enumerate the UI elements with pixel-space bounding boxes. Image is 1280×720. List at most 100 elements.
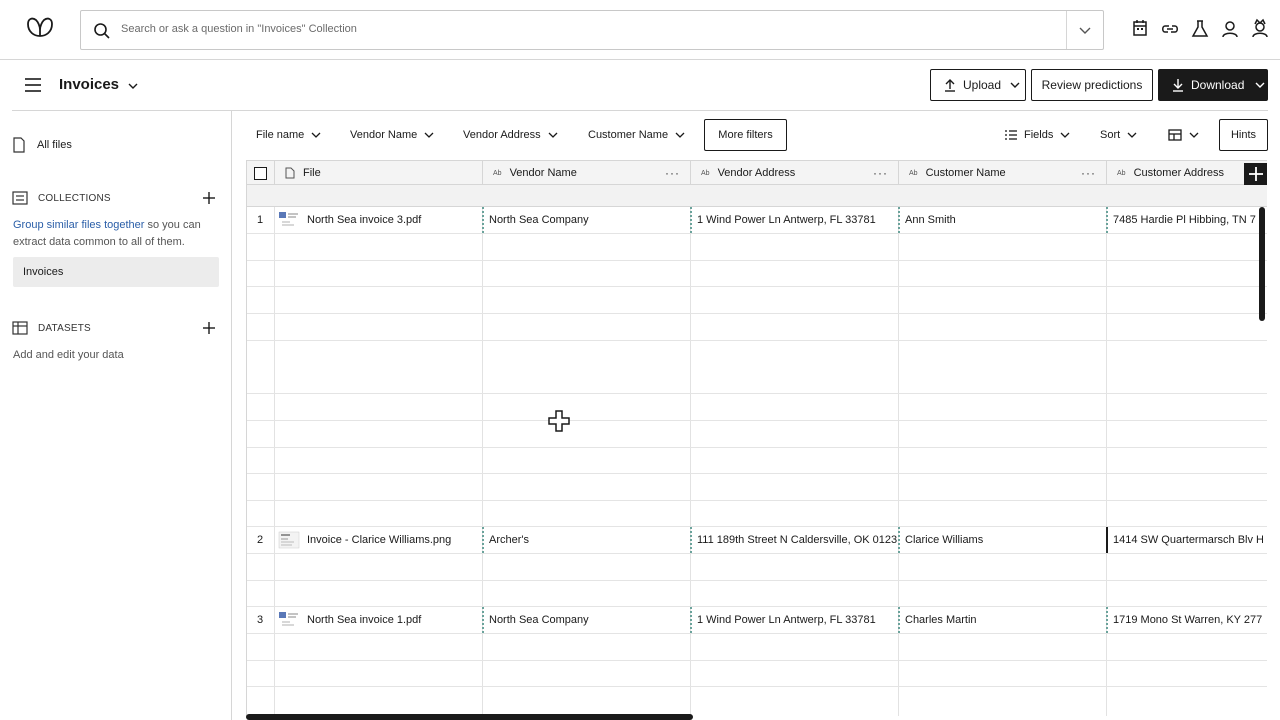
filter-file-name[interactable]: File name [256,128,322,142]
cell-customer-name[interactable]: Ann Smith [905,214,1100,226]
grid-row-divider [247,340,1267,341]
hints-button[interactable]: Hints [1219,119,1268,151]
sidebar-item-invoices[interactable]: Invoices [13,257,219,287]
cell-file[interactable]: North Sea invoice 3.pdf [307,214,477,226]
page-title[interactable]: Invoices [59,76,119,93]
file-icon [13,137,25,153]
collections-label: COLLECTIONS [38,192,111,204]
horizontal-scrollbar[interactable] [246,714,693,720]
upload-icon [945,79,955,92]
text-type-icon: Ab [909,169,918,177]
cell-vendor-name[interactable]: Archer's [489,534,684,546]
more-filters-button[interactable]: More filters [704,119,787,151]
link-icon[interactable] [1160,18,1180,40]
chevron-down-icon[interactable] [126,79,140,93]
collections-icon [12,191,28,205]
cell-customer-address[interactable]: 1414 SW Quartermarsch Blv H [1113,534,1263,546]
vertical-scrollbar[interactable] [1259,207,1265,321]
chevron-down-icon [1010,82,1020,88]
search-icon [94,23,110,39]
grid-row-divider [247,286,1267,287]
datasets-help-text: Add and edit your data [13,349,124,361]
grid-row-divider [247,633,1267,634]
column-header-label: Customer Name [925,167,1006,179]
logo-icon[interactable] [24,12,56,44]
user-icon[interactable] [1220,18,1240,40]
filter-label: File name [256,129,305,141]
cell-customer-address[interactable]: 1719 Mono St Warren, KY 277 [1113,614,1263,626]
grid-row-divider [247,686,1267,687]
collections-help-link[interactable]: Group similar files together [13,219,144,231]
fields-button[interactable]: Fields [1004,128,1071,142]
calendar-icon[interactable] [1130,18,1150,40]
cell-file[interactable]: Invoice - Clarice Williams.png [307,534,477,546]
grid-header: File Ab Vendor Name ··· Ab Vendor Addres… [247,160,1267,185]
column-header-file[interactable]: File [275,161,483,185]
filter-label: Vendor Name [350,129,418,141]
chevron-down-icon [1255,82,1265,88]
cell-file[interactable]: North Sea invoice 1.pdf [307,614,477,626]
search-input[interactable]: Search or ask a question in "Invoices" C… [121,23,357,35]
review-predictions-button[interactable]: Review predictions [1031,69,1153,101]
add-dataset-icon[interactable] [202,321,216,335]
chevron-down-icon[interactable] [1077,22,1093,38]
filter-vendor-address[interactable]: Vendor Address [463,128,559,142]
column-header-customer-address[interactable]: Ab Customer Address [1107,161,1247,185]
download-button[interactable]: Download [1158,69,1268,101]
agent-icon[interactable] [1250,18,1270,40]
grid-subheader [247,185,1267,207]
cell-vendor-address[interactable]: 1 Wind Power Ln Antwerp, FL 33781 [697,214,895,226]
more-options-icon[interactable]: ··· [1081,166,1096,180]
search-bar[interactable]: Search or ask a question in "Invoices" C… [80,10,1104,50]
text-type-icon: Ab [701,169,710,177]
sidebar-item-all-files[interactable]: All files [12,137,72,153]
more-options-icon[interactable]: ··· [665,166,680,180]
more-options-icon[interactable]: ··· [873,166,888,180]
grid-row-divider [247,393,1267,394]
cell-customer-name[interactable]: Charles Martin [905,614,1100,626]
page-header: Invoices Upload Review predictions Downl… [0,60,1280,111]
grid-row-divider [247,526,1267,527]
cell-customer-address[interactable]: 7485 Hardie Pl Hibbing, TN 7 [1113,214,1263,226]
row-number: 1 [256,214,264,226]
file-thumbnail-icon[interactable] [278,531,300,549]
column-header-vendor-name[interactable]: Ab Vendor Name ··· [483,161,691,185]
prediction-marker [482,207,484,233]
select-all-checkbox[interactable] [254,166,267,180]
column-header-vendor-address[interactable]: Ab Vendor Address ··· [691,161,899,185]
cell-vendor-name[interactable]: North Sea Company [489,614,684,626]
view-toggle-button[interactable] [1168,128,1200,142]
top-bar: Search or ask a question in "Invoices" C… [0,0,1280,60]
hamburger-menu-icon[interactable] [24,77,42,93]
flask-icon[interactable] [1190,18,1210,40]
prediction-marker [898,527,900,553]
file-thumbnail-icon[interactable] [278,211,300,229]
grid-row-divider [247,447,1267,448]
column-header-label: Customer Address [1133,167,1225,179]
fields-label: Fields [1024,129,1054,141]
row-number: 3 [256,614,264,626]
cell-vendor-address[interactable]: 111 189th Street N Caldersville, OK 0123… [697,534,897,546]
chevron-down-icon [311,132,321,138]
column-header-customer-name[interactable]: Ab Customer Name ··· [899,161,1107,185]
datasets-label: DATASETS [38,322,91,334]
filter-label: Customer Name [588,129,669,141]
add-collection-icon[interactable] [202,191,216,205]
cell-customer-name[interactable]: Clarice Williams [905,534,1100,546]
add-column-icon[interactable] [1244,163,1267,185]
cell-vendor-name[interactable]: North Sea Company [489,214,684,226]
sort-button[interactable]: Sort [1100,128,1138,142]
filter-vendor-name[interactable]: Vendor Name [350,128,435,142]
grid-row-divider [247,580,1267,581]
grid-row-divider [247,313,1267,314]
data-grid: File Ab Vendor Name ··· Ab Vendor Addres… [246,160,1267,716]
collections-section-header: COLLECTIONS [12,191,111,205]
file-thumbnail-icon[interactable] [278,611,300,629]
cell-vendor-address[interactable]: 1 Wind Power Ln Antwerp, FL 33781 [697,614,895,626]
collections-help-text: Group similar files together so you can … [13,217,218,251]
datasets-icon [12,321,28,335]
prediction-marker [898,207,900,233]
active-cell-marker [1106,527,1108,553]
upload-button[interactable]: Upload [930,69,1026,101]
filter-customer-name[interactable]: Customer Name [588,128,686,142]
